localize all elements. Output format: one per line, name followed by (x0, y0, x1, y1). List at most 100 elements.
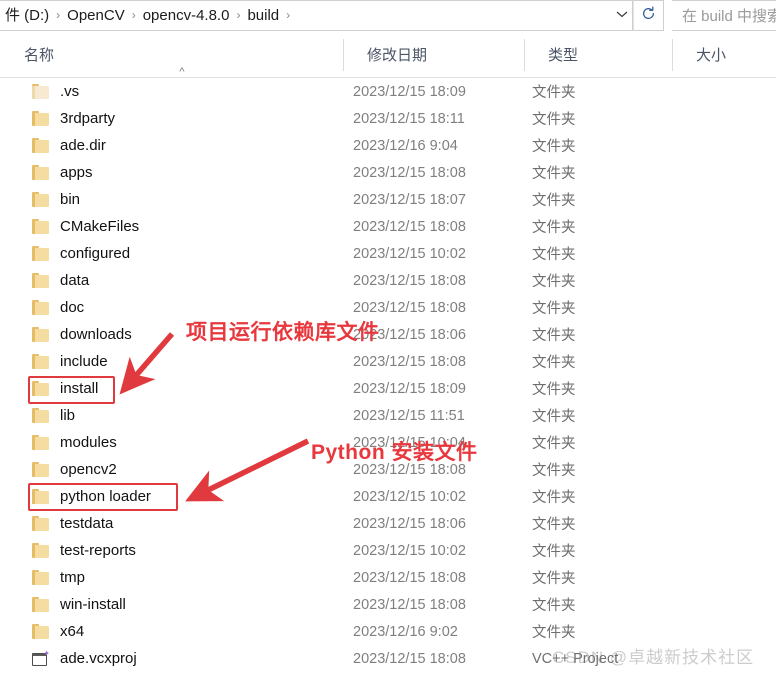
breadcrumb-separator-icon: › (236, 8, 241, 22)
table-row[interactable]: lib 2023/12/15 11:51 文件夹 (0, 402, 776, 429)
folder-icon (32, 300, 49, 315)
file-name-label: opencv2 (60, 461, 117, 478)
folder-icon (32, 246, 49, 261)
sort-ascending-icon: ^ (179, 66, 185, 78)
file-name-cell[interactable]: bin (32, 186, 80, 213)
file-type-cell: 文件夹 (532, 517, 576, 533)
column-divider[interactable] (524, 39, 525, 71)
file-name-cell[interactable]: .vs (32, 78, 79, 105)
file-type-cell: 文件夹 (532, 139, 576, 155)
table-row[interactable]: testdata 2023/12/15 18:06 文件夹 (0, 510, 776, 537)
breadcrumb-item-drive[interactable]: 件 (D:) (2, 1, 52, 30)
file-name-cell[interactable]: data (32, 267, 89, 294)
search-input[interactable]: 在 build 中搜索 (672, 5, 776, 26)
column-header-type[interactable]: 类型 (536, 31, 672, 78)
file-type-cell: 文件夹 (532, 85, 576, 101)
file-name-label: configured (60, 245, 131, 262)
file-name-cell[interactable]: CMakeFiles (32, 213, 139, 240)
file-date-cell: 2023/12/15 18:08 (353, 596, 466, 613)
file-name-cell[interactable]: modules (32, 429, 117, 456)
file-name-cell[interactable]: testdata (32, 510, 113, 537)
file-type-cell: 文件夹 (532, 328, 576, 344)
file-name-cell[interactable]: include (32, 348, 108, 375)
file-date-cell: 2023/12/15 18:07 (353, 191, 466, 208)
file-name-label: CMakeFiles (60, 218, 140, 235)
breadcrumb-separator-icon: › (131, 8, 136, 22)
file-name-cell[interactable]: 3rdparty (32, 105, 115, 132)
file-name-cell[interactable]: test-reports (32, 537, 136, 564)
file-date-cell: 2023/12/15 18:08 (353, 650, 466, 667)
table-row[interactable]: downloads 2023/12/15 18:06 文件夹 (0, 321, 776, 348)
file-type-cell: 文件夹 (532, 301, 576, 317)
file-date-cell: 2023/12/15 18:08 (353, 272, 466, 289)
file-date-cell: 2023/12/15 18:09 (353, 83, 466, 100)
breadcrumb-item-opencv[interactable]: OpenCV (64, 1, 128, 30)
table-row[interactable]: bin 2023/12/15 18:07 文件夹 (0, 186, 776, 213)
column-header-date-modified[interactable]: 修改日期 (355, 31, 524, 78)
table-row[interactable]: tmp 2023/12/15 18:08 文件夹 (0, 564, 776, 591)
table-row[interactable]: install 2023/12/15 18:09 文件夹 (0, 375, 776, 402)
table-row[interactable]: win-install 2023/12/15 18:08 文件夹 (0, 591, 776, 618)
file-name-label: install (60, 380, 99, 397)
file-date-cell: 2023/12/15 10:02 (353, 245, 466, 262)
table-row[interactable]: 3rdparty 2023/12/15 18:11 文件夹 (0, 105, 776, 132)
file-name-cell[interactable]: lib (32, 402, 75, 429)
file-name-cell[interactable]: x64 (32, 618, 84, 645)
table-row[interactable]: python loader 2023/12/15 10:02 文件夹 (0, 483, 776, 510)
file-name-cell[interactable]: configured (32, 240, 130, 267)
folder-icon (32, 624, 49, 639)
file-date-cell: 2023/12/15 18:09 (353, 380, 466, 397)
table-row[interactable]: test-reports 2023/12/15 10:02 文件夹 (0, 537, 776, 564)
folder-icon (32, 543, 49, 558)
chevron-down-icon[interactable] (612, 1, 632, 30)
file-name-cell[interactable]: opencv2 (32, 456, 117, 483)
search-box[interactable]: 在 build 中搜索 (672, 0, 776, 31)
folder-icon (32, 273, 49, 288)
table-row[interactable]: ade.dir 2023/12/16 9:04 文件夹 (0, 132, 776, 159)
file-name-cell[interactable]: ade.dir (32, 132, 106, 159)
file-date-cell: 2023/12/15 18:06 (353, 515, 466, 532)
file-name-cell[interactable]: install (32, 375, 98, 402)
file-name-cell[interactable]: doc (32, 294, 84, 321)
annotation-python-label: Python 安装文件 (311, 441, 478, 464)
file-date-cell: 2023/12/16 9:02 (353, 623, 458, 640)
table-row[interactable]: apps 2023/12/15 18:08 文件夹 (0, 159, 776, 186)
table-row[interactable]: configured 2023/12/15 10:02 文件夹 (0, 240, 776, 267)
folder-icon-hidden (32, 84, 49, 99)
breadcrumb-item-opencv-version[interactable]: opencv-4.8.0 (140, 1, 233, 30)
file-name-cell[interactable]: win-install (32, 591, 126, 618)
refresh-button[interactable] (633, 0, 664, 31)
column-divider[interactable] (343, 39, 344, 71)
file-type-cell: 文件夹 (532, 436, 576, 452)
breadcrumb[interactable]: 件 (D:) › OpenCV › opencv-4.8.0 › build › (0, 1, 612, 30)
file-date-cell: 2023/12/15 10:02 (353, 542, 466, 559)
file-name-cell[interactable]: ✦ ade.vcxproj (32, 645, 137, 672)
file-type-cell: 文件夹 (532, 112, 576, 128)
column-header-size[interactable]: 大小 (684, 31, 776, 78)
file-list[interactable]: .vs 2023/12/15 18:09 文件夹 3rdparty 2023/12/15… (0, 78, 776, 675)
table-row[interactable]: x64 2023/12/16 9:02 文件夹 (0, 618, 776, 645)
breadcrumb-bar[interactable]: 件 (D:) › OpenCV › opencv-4.8.0 › build › (0, 0, 633, 31)
breadcrumb-item-build[interactable]: build (244, 1, 282, 30)
folder-icon (32, 165, 49, 180)
table-row[interactable]: CMakeFiles 2023/12/15 18:08 文件夹 (0, 213, 776, 240)
file-date-cell: 2023/12/15 18:08 (353, 299, 466, 316)
table-row[interactable]: include 2023/12/15 18:08 文件夹 (0, 348, 776, 375)
folder-icon (32, 597, 49, 612)
table-row[interactable]: doc 2023/12/15 18:08 文件夹 (0, 294, 776, 321)
file-date-cell: 2023/12/15 18:08 (353, 569, 466, 586)
file-name-cell[interactable]: python loader (32, 483, 151, 510)
file-name-cell[interactable]: tmp (32, 564, 85, 591)
table-row[interactable]: .vs 2023/12/15 18:09 文件夹 (0, 78, 776, 105)
file-name-label: .vs (60, 83, 80, 100)
table-row[interactable]: data 2023/12/15 18:08 文件夹 (0, 267, 776, 294)
folder-icon (32, 192, 49, 207)
file-type-cell: 文件夹 (532, 409, 576, 425)
annotation-install-label: 项目运行依赖库文件 (186, 321, 380, 344)
column-divider[interactable] (672, 39, 673, 71)
file-name-cell[interactable]: downloads (32, 321, 132, 348)
folder-icon (32, 354, 49, 369)
file-name-cell[interactable]: apps (32, 159, 93, 186)
folder-icon (32, 111, 49, 126)
file-type-cell: 文件夹 (532, 544, 576, 560)
